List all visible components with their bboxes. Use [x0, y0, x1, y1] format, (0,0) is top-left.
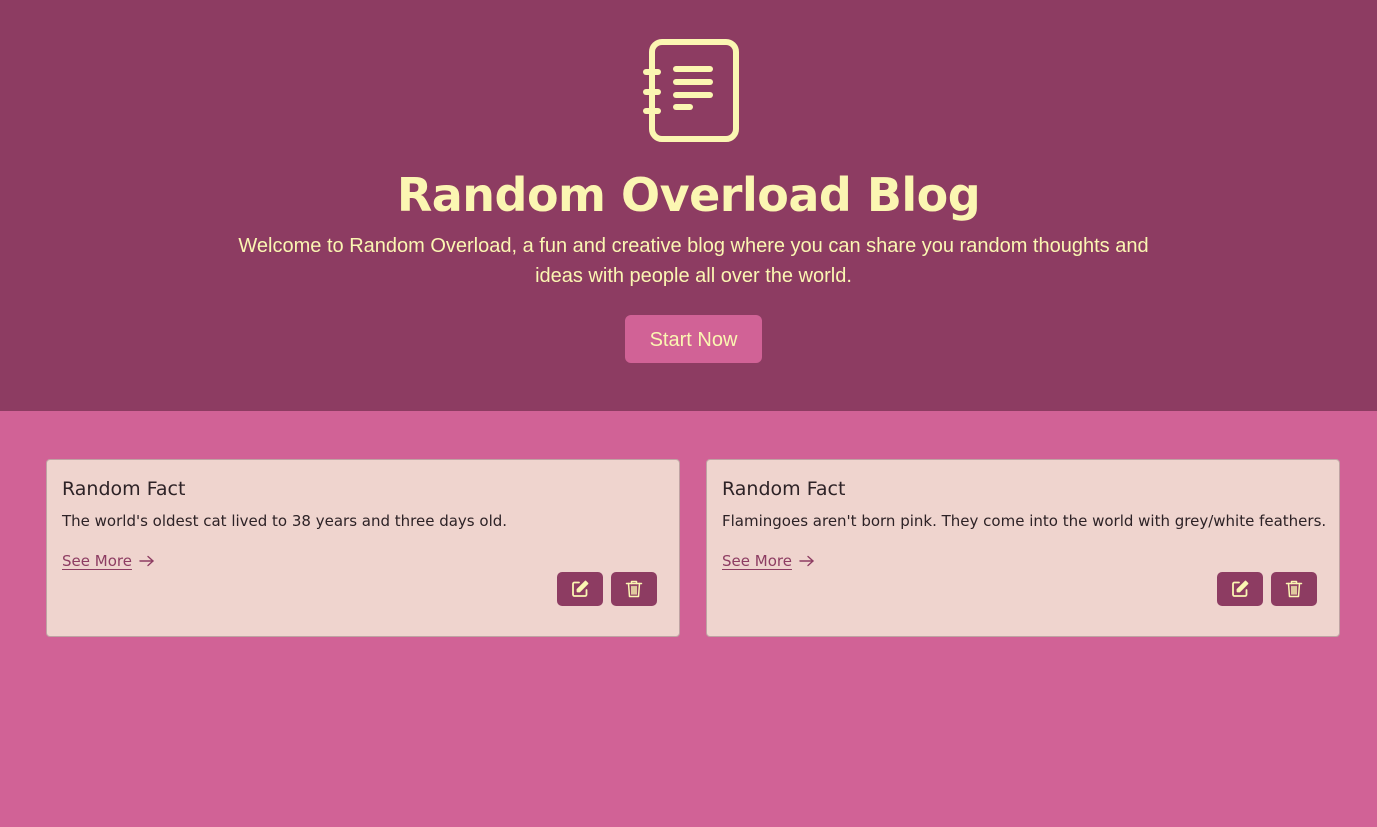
edit-icon	[1232, 580, 1249, 597]
see-more-label: See More	[62, 552, 132, 570]
arrow-right-icon	[799, 555, 814, 567]
page-title: Random Overload Blog	[396, 168, 981, 222]
delete-post-button[interactable]	[611, 572, 657, 606]
hero-description: Welcome to Random Overload, a fun and cr…	[238, 235, 1149, 287]
post-text: The world's oldest cat lived to 38 years…	[62, 512, 508, 530]
post-title: Random Fact	[62, 478, 186, 500]
trash-icon	[1285, 580, 1303, 598]
post-text: Flamingoes aren't born pink. They come i…	[722, 512, 1327, 530]
post-card: Random Fact Flamingoes aren't born pink.…	[706, 459, 1340, 637]
see-more-link[interactable]: See More	[62, 550, 155, 572]
trash-icon	[625, 580, 643, 598]
arrow-right-icon	[139, 555, 154, 567]
see-more-link[interactable]: See More	[722, 550, 815, 572]
hero-section: Random Overload Blog Welcome to Random O…	[0, 0, 1377, 411]
see-more-label: See More	[722, 552, 792, 570]
journal-icon	[643, 39, 739, 142]
edit-post-button[interactable]	[557, 572, 603, 606]
post-title: Random Fact	[722, 478, 846, 500]
start-now-button[interactable]: Start Now	[625, 315, 762, 363]
post-card: Random Fact The world's oldest cat lived…	[46, 459, 680, 637]
delete-post-button[interactable]	[1271, 572, 1317, 606]
edit-post-button[interactable]	[1217, 572, 1263, 606]
edit-icon	[572, 580, 589, 597]
